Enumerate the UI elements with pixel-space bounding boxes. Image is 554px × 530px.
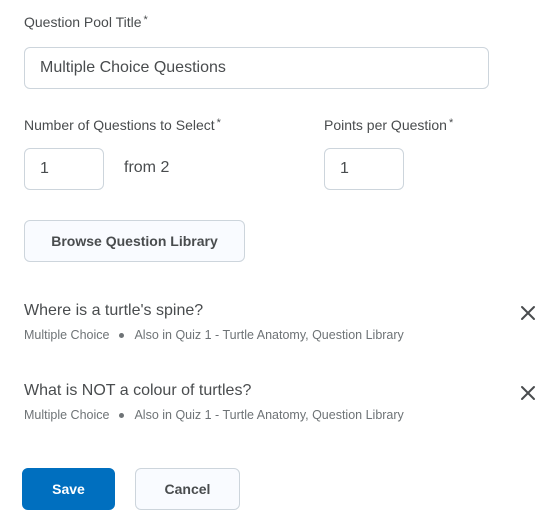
input-value: Multiple Choice Questions [40,59,226,76]
cancel-button[interactable]: Cancel [135,468,240,510]
required-marker: * [143,14,148,26]
question-type: Multiple Choice [24,328,110,342]
question-title: Where is a turtle's spine? [24,302,204,319]
label-text: Points per Question [324,117,447,133]
required-marker: * [216,117,221,129]
question-pool-title-label: Question Pool Title * [24,14,148,30]
remove-question-button[interactable] [518,383,538,403]
separator-dot-icon [119,332,125,338]
input-value: 1 [340,160,349,177]
num-questions-input[interactable]: 1 [24,148,104,190]
question-meta: Multiple Choice Also in Quiz 1 - Turtle … [24,328,544,342]
question-title: What is NOT a colour of turtles? [24,382,252,399]
question-list-item: Where is a turtle's spine? Multiple Choi… [24,302,544,342]
num-questions-label: Number of Questions to Select * [24,117,221,133]
label-text: Number of Questions to Select [24,117,215,133]
question-pool-title-input[interactable]: Multiple Choice Questions [24,47,489,89]
close-icon [521,306,535,320]
input-value: 1 [40,160,49,177]
points-per-question-input[interactable]: 1 [324,148,404,190]
remove-question-button[interactable] [518,303,538,323]
browse-question-library-button[interactable]: Browse Question Library [24,220,245,262]
question-also-in: Also in Quiz 1 - Turtle Anatomy, Questio… [134,328,404,342]
question-meta: Multiple Choice Also in Quiz 1 - Turtle … [24,408,544,422]
save-button[interactable]: Save [22,468,115,510]
question-type: Multiple Choice [24,408,110,422]
total-questions-text: from 2 [124,159,170,176]
question-list-item: What is NOT a colour of turtles? Multipl… [24,382,544,422]
question-also-in: Also in Quiz 1 - Turtle Anatomy, Questio… [134,408,404,422]
points-per-question-label: Points per Question * [324,117,453,133]
close-icon [521,386,535,400]
separator-dot-icon [119,412,125,418]
label-text: Question Pool Title [24,14,142,30]
required-marker: * [448,117,454,129]
